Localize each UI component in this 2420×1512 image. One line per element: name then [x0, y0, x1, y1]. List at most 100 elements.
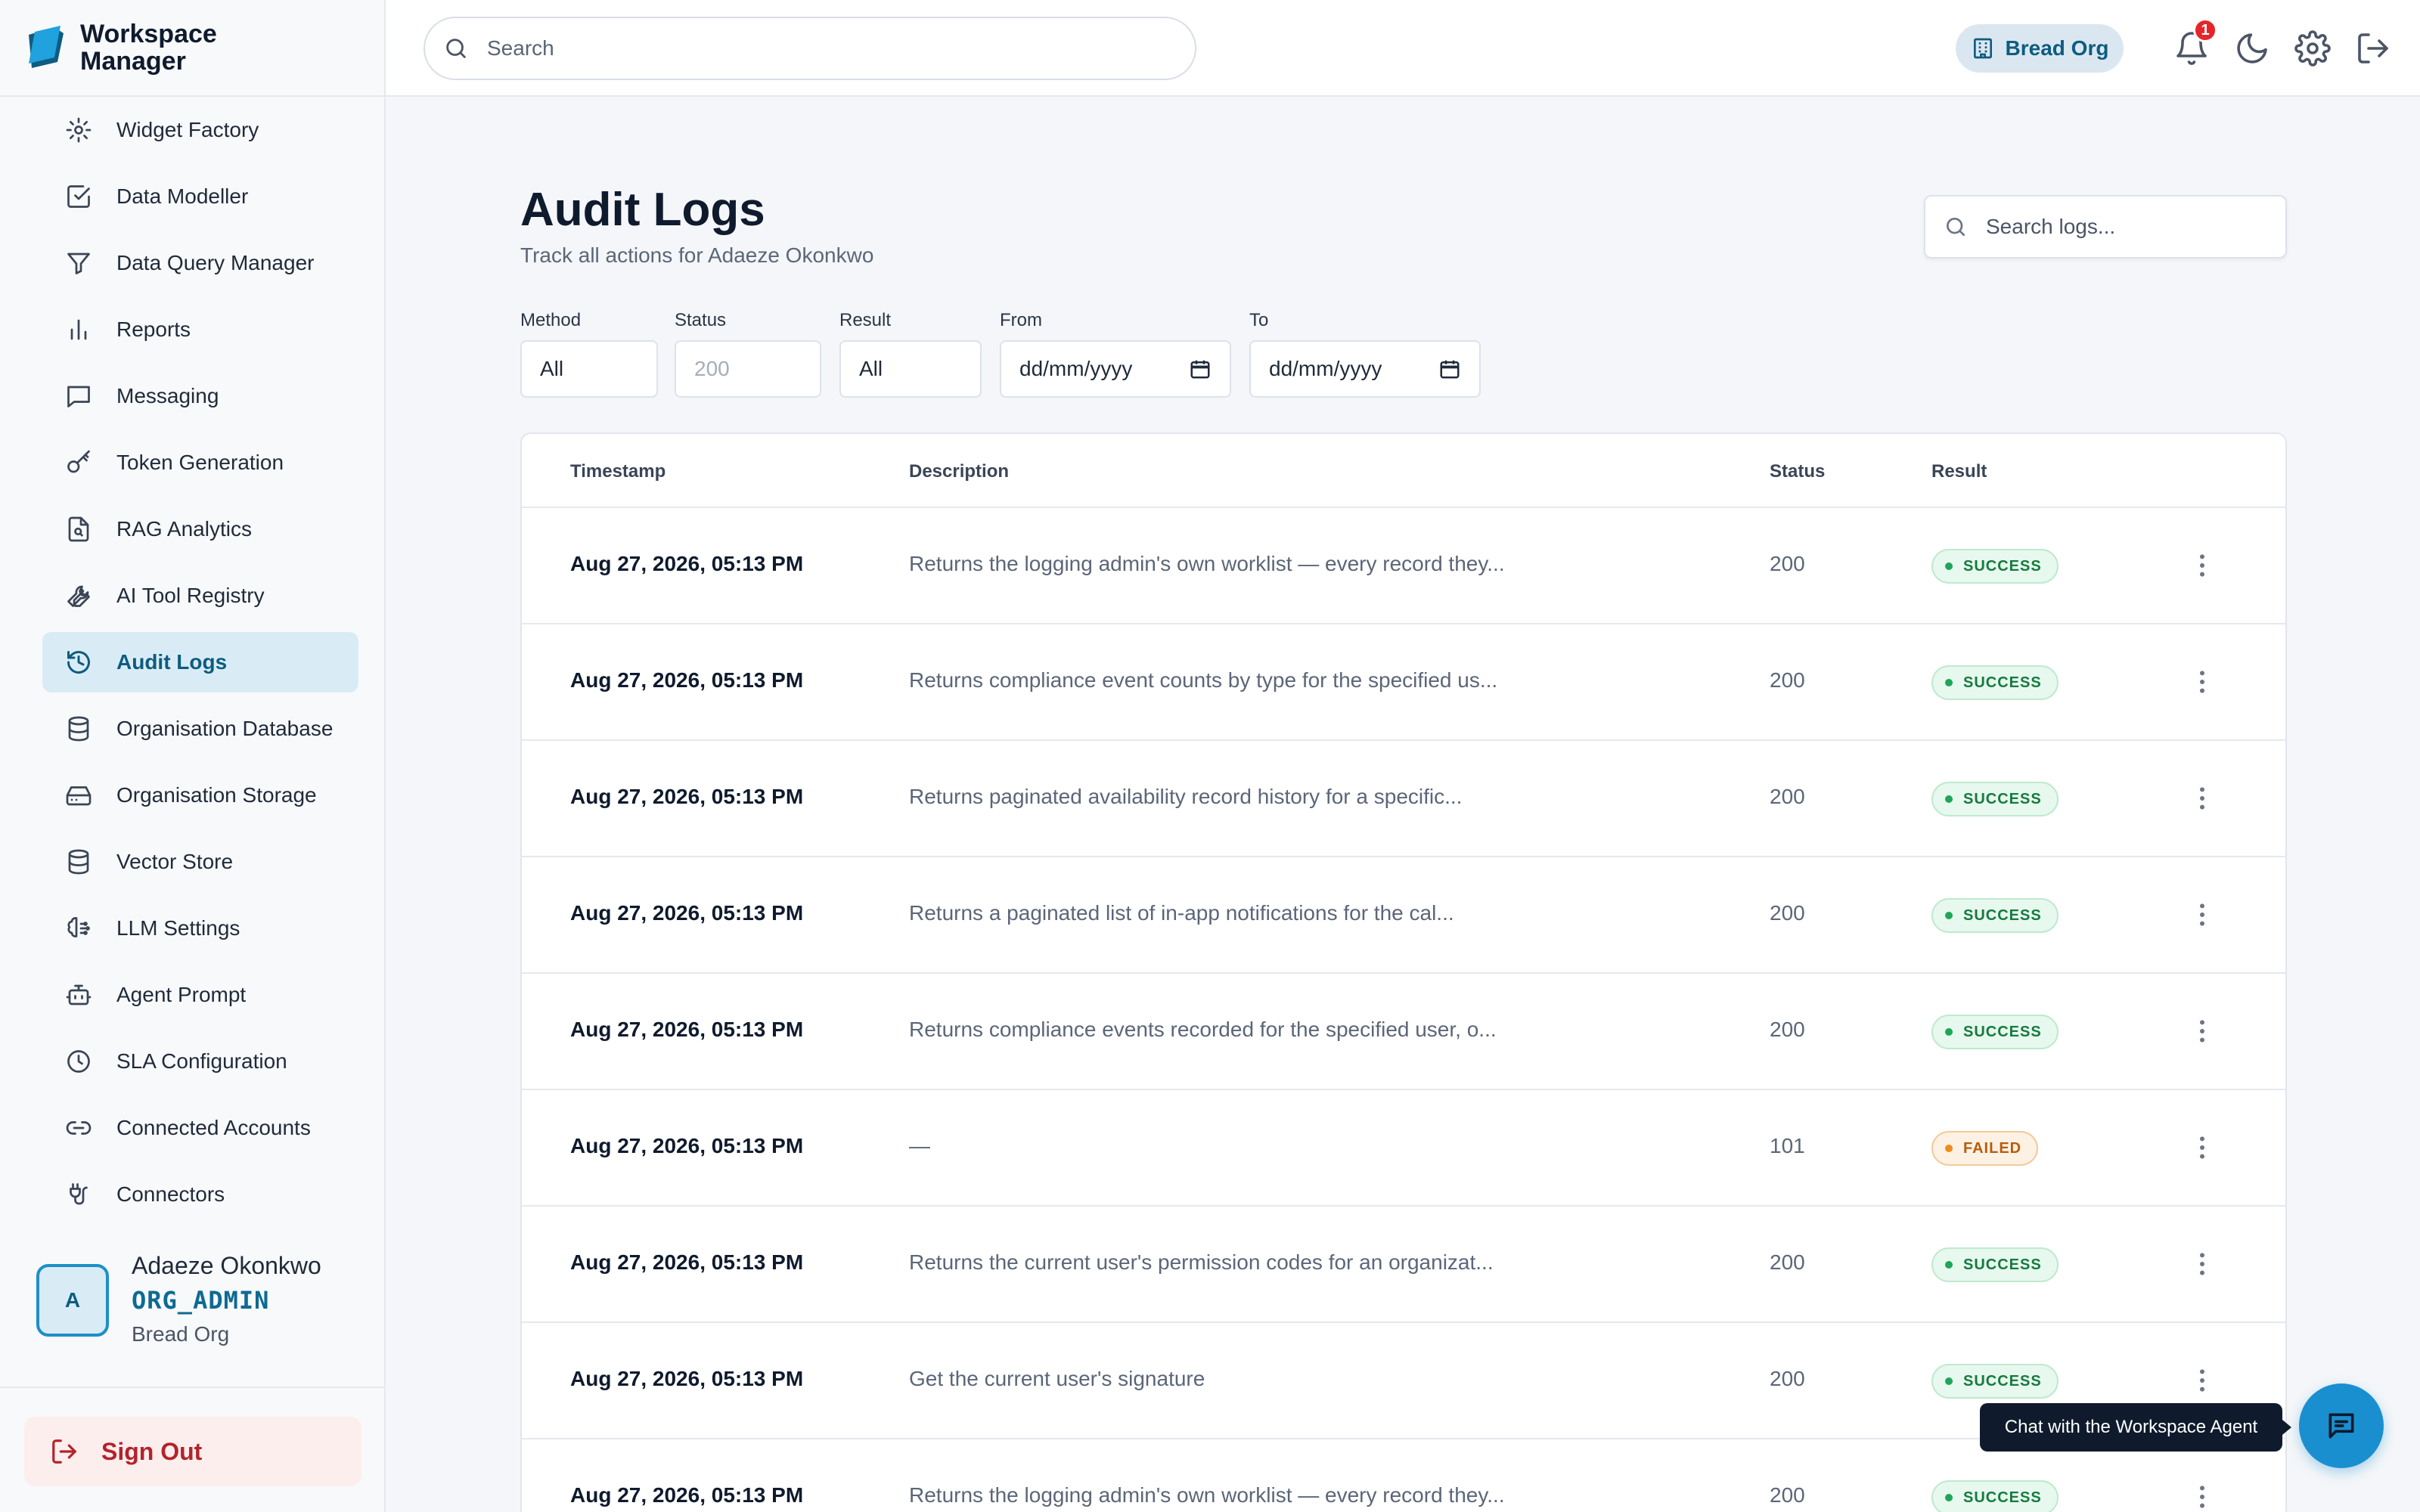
- sidebar-item-organisation-database[interactable]: Organisation Database: [42, 699, 358, 759]
- table-row[interactable]: Aug 27, 2026, 05:13 PM Returns a paginate…: [522, 857, 2285, 974]
- table-row[interactable]: Aug 27, 2026, 05:13 PM Returns paginated …: [522, 741, 2285, 857]
- page-title: Audit Logs: [520, 184, 765, 236]
- method-select-value: All: [540, 357, 564, 380]
- sidebar-item-token-generation[interactable]: Token Generation: [42, 432, 358, 493]
- sidebar-item-agent-prompt[interactable]: Agent Prompt: [42, 965, 358, 1025]
- status-filter: Status 200: [675, 310, 821, 398]
- calendar-icon[interactable]: [1438, 358, 1461, 380]
- status-dot-icon: [1945, 1261, 1953, 1269]
- sidebar-item-label: LLM Settings: [116, 916, 240, 940]
- result-badge-label: SUCCESS: [1963, 906, 2042, 924]
- result-badge-label: SUCCESS: [1963, 1372, 2042, 1390]
- top-bar: Bread Org 1: [386, 0, 2420, 97]
- from-date-input[interactable]: dd/mm/yyyy: [1000, 340, 1231, 398]
- moon-icon: [2234, 30, 2270, 67]
- result-badge: SUCCESS: [1931, 782, 2059, 816]
- sign-out-label: Sign Out: [101, 1437, 203, 1465]
- user-card[interactable]: A Adaeze Okonkwo ORG_ADMIN Bread Org: [36, 1247, 321, 1346]
- global-search-input[interactable]: [487, 36, 1168, 60]
- row-actions-button[interactable]: [2187, 1132, 2217, 1163]
- row-actions-button[interactable]: [2187, 550, 2217, 581]
- row-actions-button[interactable]: [2187, 1016, 2217, 1046]
- sidebar-item-widget-factory[interactable]: Widget Factory: [42, 100, 358, 160]
- row-status-code: 200: [1770, 552, 1805, 575]
- column-header-result[interactable]: Result: [1931, 461, 1987, 482]
- row-actions-button[interactable]: [2187, 783, 2217, 813]
- sidebar-item-rag-analytics[interactable]: RAG Analytics: [42, 499, 358, 559]
- table-row[interactable]: Aug 27, 2026, 05:13 PM Returns compliance…: [522, 974, 2285, 1090]
- table-row[interactable]: Aug 27, 2026, 05:13 PM Returns the curren…: [522, 1207, 2285, 1323]
- notifications-button[interactable]: 1: [2173, 18, 2217, 67]
- calendar-icon[interactable]: [1189, 358, 1212, 380]
- bot-icon: [65, 981, 92, 1009]
- org-switcher[interactable]: Bread Org: [1956, 24, 2124, 73]
- plug-icon: [65, 1181, 92, 1208]
- sidebar-item-label: Organisation Storage: [116, 783, 317, 807]
- row-actions-button[interactable]: [2187, 1482, 2217, 1512]
- sidebar-item-audit-logs[interactable]: Audit Logs: [42, 632, 358, 692]
- sidebar-item-data-modeller[interactable]: Data Modeller: [42, 166, 358, 227]
- row-status-code: 101: [1770, 1134, 1805, 1157]
- theme-toggle-button[interactable]: [2234, 30, 2270, 67]
- logout-button[interactable]: [2355, 30, 2391, 67]
- row-status-code: 200: [1770, 1250, 1805, 1274]
- status-input[interactable]: 200: [675, 340, 821, 398]
- more-vertical-icon: [2187, 1249, 2217, 1279]
- to-date-input[interactable]: dd/mm/yyyy: [1249, 340, 1481, 398]
- user-name: Adaeze Okonkwo: [132, 1252, 321, 1279]
- table-row[interactable]: Aug 27, 2026, 05:13 PM — 101 FAILED: [522, 1090, 2285, 1207]
- chat-agent-button[interactable]: [2299, 1383, 2384, 1468]
- row-timestamp: Aug 27, 2026, 05:13 PM: [570, 1483, 804, 1507]
- sidebar-item-organisation-storage[interactable]: Organisation Storage: [42, 765, 358, 826]
- column-header-timestamp[interactable]: Timestamp: [570, 461, 666, 482]
- user-org: Bread Org: [132, 1322, 230, 1346]
- result-badge: SUCCESS: [1931, 1247, 2059, 1282]
- column-header-description[interactable]: Description: [909, 461, 1009, 482]
- result-badge: SUCCESS: [1931, 898, 2059, 933]
- row-status-code: 200: [1770, 668, 1805, 692]
- database-icon: [65, 848, 92, 875]
- status-dot-icon: [1945, 562, 1953, 570]
- result-select-value: All: [859, 357, 883, 380]
- sidebar-item-messaging[interactable]: Messaging: [42, 366, 358, 426]
- row-status-code: 200: [1770, 1367, 1805, 1390]
- logout-icon: [2355, 30, 2391, 67]
- row-description: Returns compliance event counts by type …: [909, 668, 1498, 692]
- sidebar-item-sla-configuration[interactable]: SLA Configuration: [42, 1031, 358, 1092]
- sidebar-item-vector-store[interactable]: Vector Store: [42, 832, 358, 892]
- row-actions-button[interactable]: [2187, 1249, 2217, 1279]
- gear-icon: [65, 116, 92, 144]
- method-select[interactable]: All: [520, 340, 658, 398]
- brand[interactable]: Workspace Manager: [0, 0, 384, 97]
- log-search-input[interactable]: [1986, 215, 2273, 239]
- global-search[interactable]: [424, 17, 1196, 80]
- result-select[interactable]: All: [839, 340, 982, 398]
- sidebar-item-connectors[interactable]: Connectors: [42, 1164, 358, 1225]
- status-dot-icon: [1945, 912, 1953, 919]
- row-status-code: 200: [1770, 1483, 1805, 1507]
- table-body: Aug 27, 2026, 05:13 PM Returns the loggin…: [522, 508, 2285, 1512]
- sign-out-button[interactable]: Sign Out: [24, 1417, 361, 1486]
- result-badge-label: SUCCESS: [1963, 557, 2042, 575]
- row-actions-button[interactable]: [2187, 1365, 2217, 1396]
- table-row[interactable]: Aug 27, 2026, 05:13 PM Returns the loggin…: [522, 508, 2285, 624]
- hard-drive-icon: [65, 782, 92, 809]
- sidebar-item-label: Reports: [116, 318, 191, 341]
- settings-button[interactable]: [2294, 30, 2331, 67]
- row-timestamp: Aug 27, 2026, 05:13 PM: [570, 1134, 804, 1157]
- sidebar-item-label: Vector Store: [116, 850, 234, 873]
- sidebar-item-ai-tool-registry[interactable]: AI Tool Registry: [42, 565, 358, 626]
- table-row[interactable]: Aug 27, 2026, 05:13 PM Returns compliance…: [522, 624, 2285, 741]
- result-filter-label: Result: [839, 310, 892, 330]
- log-search[interactable]: [1924, 195, 2287, 259]
- column-header-status[interactable]: Status: [1770, 461, 1825, 482]
- link-icon: [65, 1114, 92, 1142]
- sidebar-item-connected-accounts[interactable]: Connected Accounts: [42, 1098, 358, 1158]
- sidebar-item-data-query-manager[interactable]: Data Query Manager: [42, 233, 358, 293]
- sidebar-item-llm-settings[interactable]: LLM Settings: [42, 898, 358, 959]
- row-actions-button[interactable]: [2187, 667, 2217, 697]
- sidebar-item-reports[interactable]: Reports: [42, 299, 358, 360]
- result-badge: FAILED: [1931, 1131, 2039, 1166]
- method-filter-label: Method: [520, 310, 582, 330]
- row-actions-button[interactable]: [2187, 900, 2217, 930]
